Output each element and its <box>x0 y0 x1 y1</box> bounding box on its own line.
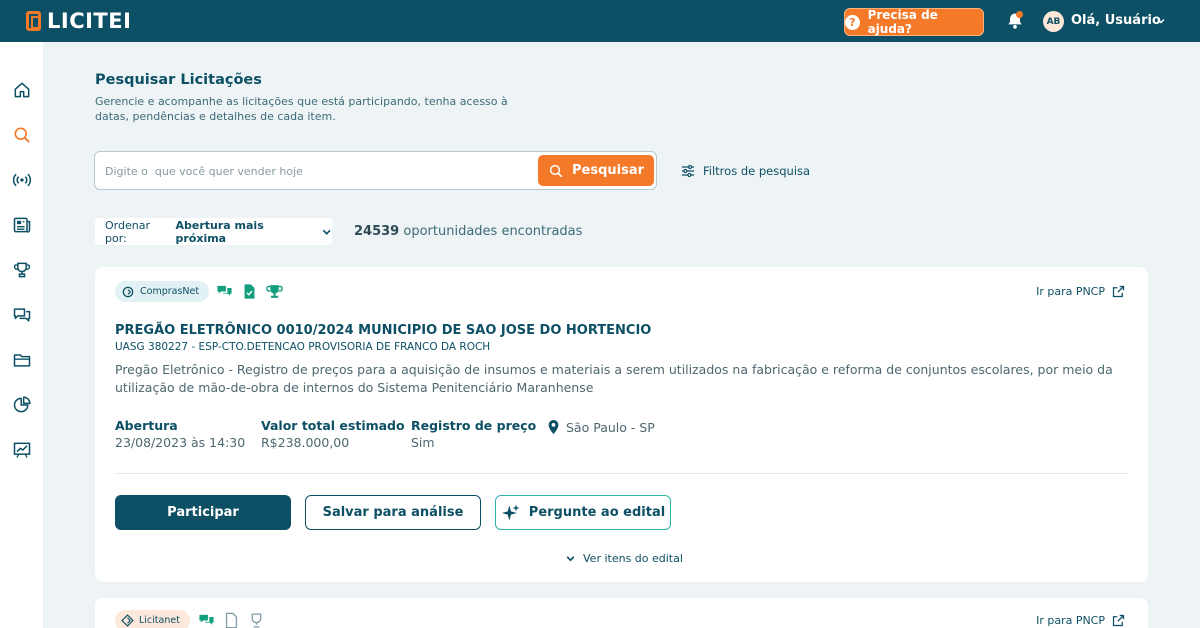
card-subtitle: UASG 380227 - ESP-CTO.DETENCAO PROVISORI… <box>115 341 491 353</box>
search-icon <box>549 164 563 177</box>
view-items-toggle[interactable]: Ver itens do edital <box>565 552 683 565</box>
pie-chart-icon <box>13 396 31 413</box>
search-bar: Pesquisar <box>94 151 657 190</box>
sort-label: Ordenar por: <box>105 218 150 245</box>
sidebar-item-folder[interactable] <box>0 340 43 380</box>
registro-info: Registro de preço Sim <box>411 418 536 450</box>
source-logo-icon <box>122 286 134 297</box>
source-badge: Licitanet <box>115 610 190 628</box>
sidebar <box>0 42 43 628</box>
broadcast-icon <box>12 173 31 187</box>
source-name: Licitanet <box>139 615 180 626</box>
view-items-label: Ver itens do edital <box>583 552 683 565</box>
registro-label: Registro de preço <box>411 418 537 433</box>
filters-label: Filtros de pesquisa <box>703 164 811 178</box>
map-pin-icon <box>548 419 559 435</box>
search-input[interactable] <box>105 160 525 182</box>
participar-button[interactable]: Participar <box>115 495 291 530</box>
chevron-down-icon <box>322 229 331 235</box>
trend-chart-icon <box>13 442 30 458</box>
document-check-icon <box>244 284 255 299</box>
ask-edital-label: Pergunte ao edital <box>528 505 666 520</box>
logo-mark-icon <box>26 11 41 31</box>
valor-value: R$238.000,00 <box>261 435 350 450</box>
sliders-icon <box>682 164 694 178</box>
app-logo[interactable]: LICITEI <box>26 9 131 33</box>
help-button-label: Precisa de ajuda? <box>867 8 938 36</box>
source-badge: ComprasNet <box>115 281 210 302</box>
search-icon <box>14 127 30 143</box>
notification-dot <box>1016 11 1023 18</box>
sidebar-item-news[interactable] <box>0 205 43 245</box>
pncp-link[interactable]: Ir para PNCP <box>1036 613 1126 628</box>
app-name: LICITEI <box>47 9 132 33</box>
abertura-label: Abertura <box>115 418 178 433</box>
user-greeting[interactable]: Olá, Usuário <box>1071 13 1161 28</box>
help-button[interactable]: ? Precisa de ajuda? <box>844 8 984 36</box>
sidebar-item-search[interactable] <box>0 115 43 155</box>
card-divider <box>115 473 1128 474</box>
card-description: Pregão Eletrônico - Registro de preços p… <box>115 362 1113 395</box>
sidebar-item-analytics[interactable] <box>0 430 43 470</box>
chat-bubbles-icon <box>217 285 232 296</box>
results-summary: 24539 oportunidades encontradas <box>354 224 582 239</box>
avatar[interactable]: AB <box>1043 11 1064 32</box>
opportunity-card: ComprasNet Ir para PNCP PREGÃO ELETRÔNIC… <box>95 267 1148 582</box>
external-link-icon <box>1112 614 1125 627</box>
external-link-icon <box>1112 285 1125 298</box>
sort-value: Abertura mais próxima <box>175 218 264 245</box>
location-label: São Paulo - SP <box>566 419 655 435</box>
newspaper-icon <box>13 217 30 233</box>
results-count: 24539 <box>354 224 400 239</box>
valor-label: Valor total estimado <box>261 418 405 433</box>
location: São Paulo - SP <box>547 419 655 435</box>
sidebar-item-trophy[interactable] <box>0 250 43 290</box>
results-label: oportunidades encontradas <box>403 224 583 239</box>
abertura-value: 23/08/2023 às 14:30 <box>115 435 246 450</box>
ask-edital-button[interactable]: Pergunte ao edital <box>495 495 671 530</box>
chevron-down-icon <box>566 556 575 562</box>
sidebar-item-broadcast[interactable] <box>0 160 43 200</box>
search-button-label: Pesquisar <box>571 163 645 178</box>
registro-value: Sim <box>411 435 435 450</box>
save-for-analysis-button[interactable]: Salvar para análise <box>305 495 481 530</box>
filters-button[interactable]: Filtros de pesquisa <box>680 163 810 179</box>
status-icons <box>198 612 265 628</box>
pncp-link[interactable]: Ir para PNCP <box>1036 284 1126 299</box>
sidebar-item-chat[interactable] <box>0 295 43 335</box>
source-name: ComprasNet <box>140 286 200 297</box>
sidebar-item-home[interactable] <box>0 70 43 110</box>
pncp-label: Ir para PNCP <box>1036 614 1105 627</box>
question-icon: ? <box>845 14 860 30</box>
status-icons <box>216 283 283 300</box>
chevron-down-icon[interactable] <box>1156 16 1166 26</box>
trophy-icon <box>13 262 30 278</box>
folder-icon <box>13 354 30 367</box>
card-title[interactable]: PREGÃO ELETRÔNICO 0010/2024 MUNICIPIO DE… <box>115 323 651 338</box>
pncp-label: Ir para PNCP <box>1036 285 1105 298</box>
sidebar-item-reports[interactable] <box>0 385 43 425</box>
sparkles-icon <box>501 504 520 520</box>
source-logo-icon <box>121 614 134 627</box>
chat-bubbles-icon <box>199 614 214 625</box>
valor-info: Valor total estimado R$238.000,00 <box>261 418 405 450</box>
chat-icon <box>13 308 30 322</box>
trophy-icon <box>266 285 283 298</box>
sort-dropdown[interactable]: Ordenar por: Abertura mais próxima <box>95 218 332 245</box>
home-icon <box>14 82 29 98</box>
document-icon <box>225 612 238 628</box>
search-button[interactable]: Pesquisar <box>538 155 654 186</box>
opportunity-card: Licitanet Ir para PNCP <box>95 598 1148 628</box>
trophy-icon <box>251 613 262 628</box>
page-title: Pesquisar Licitações <box>95 72 262 88</box>
abertura-info: Abertura 23/08/2023 às 14:30 <box>115 418 245 450</box>
page-description: Gerencie e acompanhe as licitações que e… <box>95 95 508 123</box>
